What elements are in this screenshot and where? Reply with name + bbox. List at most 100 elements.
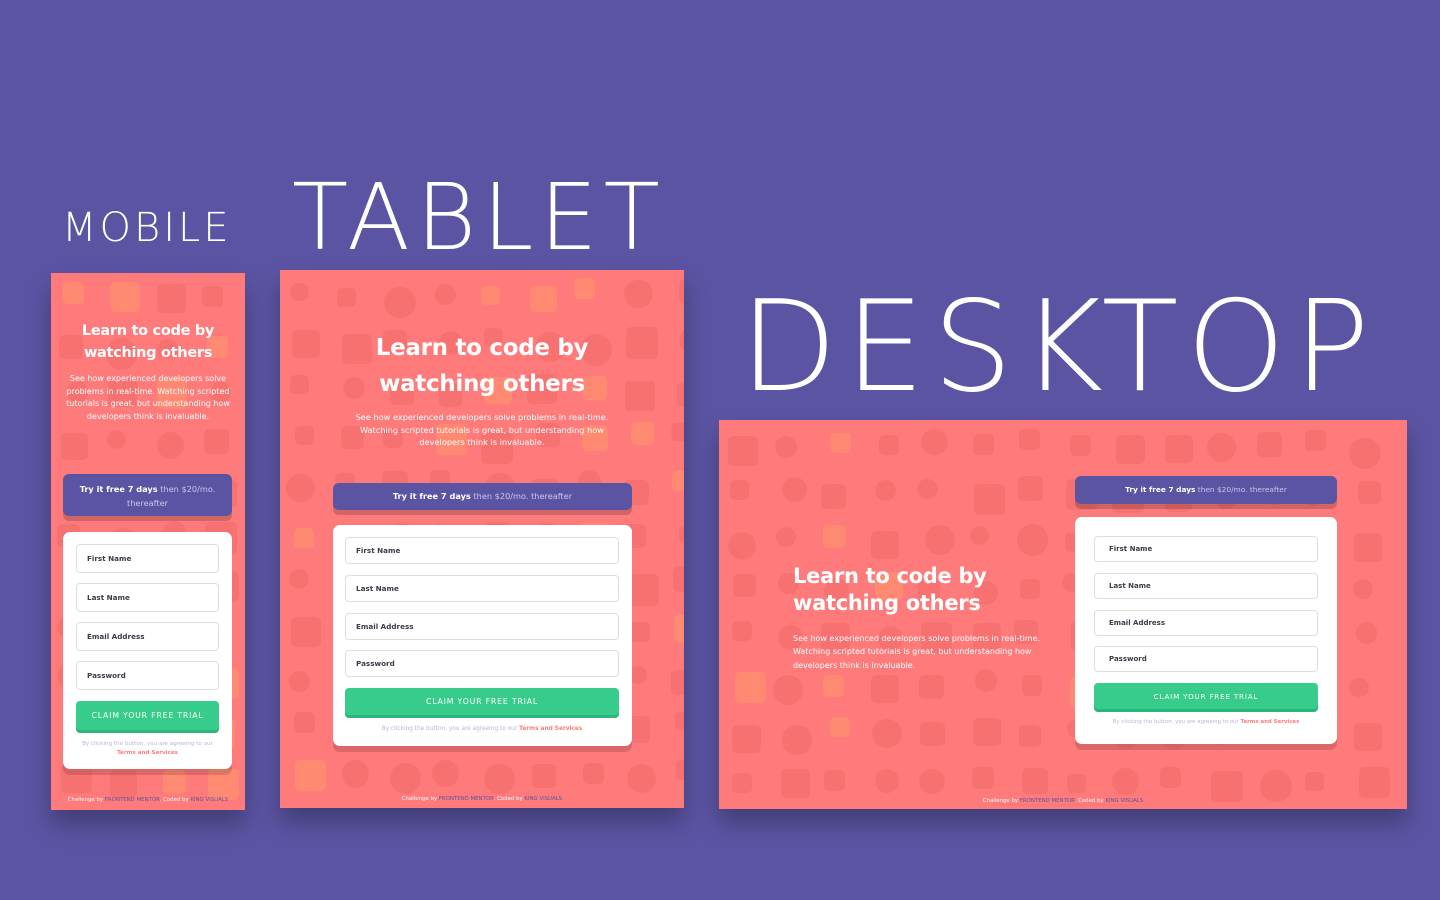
first-name-field[interactable]: First Name <box>76 544 219 573</box>
first-name-placeholder: First Name <box>1109 545 1153 553</box>
pattern-icon <box>1018 724 1041 747</box>
attribution: Challenge by FRONTEND MENTOR. Coded by K… <box>280 796 684 802</box>
attribution: Challenge by FRONTEND MENTOR. Coded by K… <box>719 798 1407 804</box>
pattern-icon <box>673 567 684 593</box>
pattern-icon <box>973 717 1001 746</box>
desktop-label: DESKTOP <box>740 273 1378 420</box>
last-name-field[interactable]: Last Name <box>345 575 619 602</box>
attribution-challenge-link[interactable]: FRONTEND MENTOR <box>439 796 494 802</box>
pattern-icon <box>731 621 752 642</box>
email-placeholder: Email Address <box>87 632 145 641</box>
pattern-icon <box>734 672 767 704</box>
terms-text: By clicking the button, you are agreeing… <box>345 725 619 734</box>
pattern-icon <box>824 770 845 791</box>
pattern-icon <box>383 286 416 319</box>
pattern-icon <box>1353 722 1382 751</box>
pattern-icon <box>162 769 187 794</box>
pattern-icon <box>1358 766 1390 798</box>
attribution-challenge-prefix: Challenge by <box>67 797 104 803</box>
pattern-icon <box>732 724 761 754</box>
pattern-icon <box>157 283 187 313</box>
pattern-icon <box>1016 524 1048 556</box>
pattern-icon <box>484 764 515 795</box>
pattern-icon <box>286 473 316 503</box>
signup-card: First Name Last Name Email Address Passw… <box>63 532 232 769</box>
hero-text: See how experienced developers solve pro… <box>793 634 1041 670</box>
terms-link[interactable]: Terms and Services <box>519 726 582 732</box>
password-field[interactable]: Password <box>76 661 219 690</box>
last-name-field[interactable]: Last Name <box>76 583 219 612</box>
pattern-icon <box>729 480 750 500</box>
pattern-icon <box>1022 768 1049 795</box>
pattern-icon <box>432 760 459 787</box>
email-field[interactable]: Email Address <box>1094 610 1318 636</box>
pattern-icon <box>294 527 315 548</box>
pattern-icon <box>1349 677 1369 698</box>
pattern-icon <box>1116 434 1146 464</box>
email-field[interactable]: Email Address <box>345 613 619 640</box>
promo-banner: Try it free 7 days then $20/mo. thereaft… <box>333 483 632 510</box>
password-field[interactable]: Password <box>345 650 619 677</box>
terms-link[interactable]: Terms and Services <box>1240 719 1299 725</box>
pattern-icon <box>1356 622 1378 644</box>
claim-trial-button[interactable]: CLAIM YOUR FREE TRIAL <box>345 688 619 715</box>
pattern-icon <box>773 675 803 705</box>
pattern-icon <box>289 568 310 590</box>
pattern-icon <box>201 285 224 308</box>
terms-prefix: By clicking the button, you are agreeing… <box>1112 719 1239 725</box>
hero-text: See how experienced developers solve pro… <box>66 374 230 421</box>
pattern-icon <box>1111 768 1139 796</box>
pattern-icon <box>921 428 948 456</box>
pattern-icon <box>1353 579 1374 600</box>
pattern-icon <box>1304 429 1326 451</box>
last-name-placeholder: Last Name <box>1109 582 1151 590</box>
attribution-coded-prefix: . Coded by <box>493 796 523 802</box>
pattern-icon <box>830 432 851 454</box>
attribution-coded-link[interactable]: KING VISUALS <box>524 796 562 802</box>
email-field[interactable]: Email Address <box>76 622 219 651</box>
pattern-icon <box>480 286 500 305</box>
password-field[interactable]: Password <box>1094 646 1318 672</box>
attribution-coded-link[interactable]: KING VISUALS <box>1105 798 1143 804</box>
pattern-icon <box>583 763 604 784</box>
pattern-icon <box>774 436 797 459</box>
terms-link[interactable]: Terms and Services <box>117 750 178 756</box>
pattern-icon <box>627 574 660 606</box>
attribution-challenge-link[interactable]: FRONTEND MENTOR <box>105 797 160 803</box>
pattern-icon <box>290 616 321 647</box>
pattern-icon <box>1069 435 1091 457</box>
hero-title-line2: watching others <box>83 345 213 361</box>
pattern-icon <box>1022 675 1043 696</box>
hero-title: Learn to code by watching others <box>793 563 1033 617</box>
pattern-icon <box>290 282 309 302</box>
pattern-icon <box>676 759 684 781</box>
attribution-coded-link[interactable]: KING VISUALS <box>190 797 228 803</box>
attribution-challenge-link[interactable]: FRONTEND MENTOR <box>1020 798 1075 804</box>
pattern-icon <box>110 281 141 313</box>
pattern-icon <box>919 674 944 700</box>
pattern-icon <box>671 670 684 696</box>
email-placeholder: Email Address <box>1109 619 1166 627</box>
pattern-icon <box>1256 432 1283 458</box>
pattern-icon <box>823 524 846 548</box>
first-name-placeholder: First Name <box>87 554 132 563</box>
pattern-icon <box>670 422 684 441</box>
pattern-icon <box>624 280 653 309</box>
pattern-icon <box>671 471 684 492</box>
first-name-field[interactable]: First Name <box>1094 536 1318 562</box>
pattern-icon <box>920 721 945 747</box>
pattern-icon <box>974 483 1005 515</box>
pattern-icon <box>875 769 900 794</box>
tablet-preview: Learn to code by watching others See how… <box>280 270 684 808</box>
desktop-preview: Learn to code by watching others See how… <box>719 420 1407 809</box>
password-placeholder: Password <box>87 671 126 680</box>
hero-title: Learn to code by watching others <box>51 320 245 364</box>
hero-title-line2: watching others <box>379 371 585 397</box>
claim-trial-button[interactable]: CLAIM YOUR FREE TRIAL <box>76 701 219 730</box>
pattern-icon <box>727 435 758 466</box>
first-name-field[interactable]: First Name <box>345 537 619 564</box>
last-name-field[interactable]: Last Name <box>1094 573 1318 599</box>
pattern-icon <box>294 425 315 446</box>
promo-banner: Try it free 7 days then $20/mo. thereaft… <box>1075 476 1337 504</box>
claim-trial-button[interactable]: CLAIM YOUR FREE TRIAL <box>1094 683 1318 709</box>
